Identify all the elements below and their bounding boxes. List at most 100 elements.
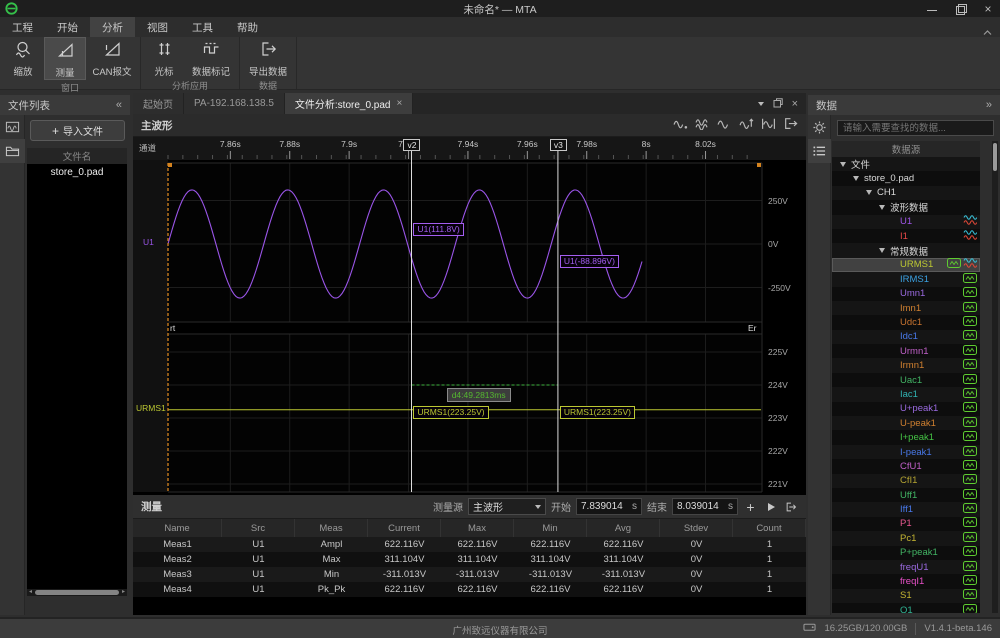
multi-wave-icon[interactable] bbox=[695, 116, 710, 135]
tree-item-Idc1[interactable]: Idc1 bbox=[832, 330, 980, 344]
tree-item-I-peak1[interactable]: I-peak1 bbox=[832, 445, 980, 459]
expander-icon[interactable] bbox=[866, 190, 872, 195]
menu-item-0[interactable]: 工程 bbox=[0, 17, 45, 37]
channel-label-u1[interactable]: U1 bbox=[143, 237, 154, 247]
collapse-panel-icon[interactable]: « bbox=[116, 99, 122, 111]
tree-item-IRMS1[interactable]: IRMS1 bbox=[832, 272, 980, 286]
channel-label-urms1[interactable]: URMS1 bbox=[136, 403, 166, 413]
tree-item-文件[interactable]: 文件 bbox=[832, 157, 980, 171]
tab-list-dropdown-icon[interactable] bbox=[758, 102, 764, 106]
data-mark-button[interactable]: 数据标记 bbox=[185, 37, 237, 78]
column-header-stdev[interactable]: Stdev bbox=[660, 519, 733, 537]
fit-wave-icon[interactable] bbox=[673, 116, 688, 135]
tree-item-CH1[interactable]: CH1 bbox=[832, 186, 980, 200]
horizontal-scrollbar[interactable]: ◂ ▸ bbox=[27, 589, 127, 596]
export-data-button[interactable]: 导出数据 bbox=[242, 37, 294, 78]
minimize-button[interactable] bbox=[926, 3, 938, 15]
expander-icon[interactable] bbox=[879, 205, 885, 210]
tree-item-I1[interactable]: I1 bbox=[832, 229, 980, 243]
wave-range-icon[interactable] bbox=[761, 116, 776, 135]
tree-item-Udc1[interactable]: Udc1 bbox=[832, 315, 980, 329]
column-header-src[interactable]: Src bbox=[222, 519, 295, 537]
tree-item-P1[interactable]: P1 bbox=[832, 517, 980, 531]
collapse-ribbon-icon[interactable] bbox=[983, 23, 992, 29]
float-window-icon[interactable] bbox=[773, 95, 783, 113]
close-pane-icon[interactable]: × bbox=[792, 98, 798, 110]
measure-button[interactable]: 测量 bbox=[44, 37, 86, 80]
expander-icon[interactable] bbox=[879, 248, 885, 253]
waveform-canvas[interactable] bbox=[133, 137, 806, 495]
column-header-current[interactable]: Current bbox=[368, 519, 441, 537]
menu-item-2[interactable]: 分析 bbox=[90, 17, 135, 37]
tree-item-freqI1[interactable]: freqI1 bbox=[832, 574, 980, 588]
start-time-input[interactable]: 7.839014 s bbox=[576, 498, 642, 515]
export-measure-button[interactable] bbox=[783, 499, 798, 514]
add-measure-button[interactable]: + bbox=[743, 499, 758, 514]
data-search-input[interactable] bbox=[837, 120, 994, 136]
can-message-button[interactable]: CAN报文 bbox=[86, 37, 138, 80]
tree-item-P+peak1[interactable]: P+peak1 bbox=[832, 546, 980, 560]
column-header-min[interactable]: Min bbox=[514, 519, 587, 537]
single-wave-icon[interactable] bbox=[717, 116, 732, 135]
restore-button[interactable] bbox=[954, 3, 966, 15]
close-button[interactable]: × bbox=[982, 3, 994, 15]
tree-item-URMS1[interactable]: URMS1 bbox=[832, 258, 980, 272]
table-row[interactable]: Meas4U1Pk_Pk622.116V622.116V622.116V622.… bbox=[133, 582, 806, 597]
menu-item-3[interactable]: 视图 bbox=[135, 17, 180, 37]
tree-item-Q1[interactable]: Q1 bbox=[832, 603, 980, 613]
tab-1[interactable]: PA-192.168.138.5 bbox=[184, 93, 285, 114]
column-header-max[interactable]: Max bbox=[441, 519, 514, 537]
tree-item-波形数据[interactable]: 波形数据 bbox=[832, 200, 980, 214]
tree-item-U1[interactable]: U1 bbox=[832, 215, 980, 229]
run-measure-button[interactable] bbox=[763, 499, 778, 514]
folder-icon[interactable] bbox=[0, 139, 25, 163]
tree-item-Iac1[interactable]: Iac1 bbox=[832, 387, 980, 401]
tree-item-Irmn1[interactable]: Irmn1 bbox=[832, 358, 980, 372]
tab-2[interactable]: 文件分析:store_0.pad× bbox=[285, 93, 413, 114]
menu-item-5[interactable]: 帮助 bbox=[225, 17, 270, 37]
file-list-item[interactable]: store_0.pad bbox=[27, 164, 127, 180]
list-icon[interactable] bbox=[808, 139, 831, 163]
table-row[interactable]: Meas2U1Max311.104V311.104V311.104V311.10… bbox=[133, 552, 806, 567]
tree-item-Urmn1[interactable]: Urmn1 bbox=[832, 344, 980, 358]
close-tab-icon[interactable]: × bbox=[397, 98, 403, 109]
tree-item-CfU1[interactable]: CfU1 bbox=[832, 459, 980, 473]
cursor-flag-v2[interactable]: v2 bbox=[403, 139, 420, 151]
gear-icon[interactable] bbox=[808, 115, 831, 139]
tab-0[interactable]: 起始页 bbox=[133, 93, 184, 114]
column-header-avg[interactable]: Avg bbox=[587, 519, 660, 537]
measure-source-select[interactable]: 主波形 bbox=[468, 498, 546, 515]
column-header-count[interactable]: Count bbox=[733, 519, 806, 537]
tree-item-S1[interactable]: S1 bbox=[832, 589, 980, 603]
expand-panel-icon[interactable]: » bbox=[986, 99, 992, 111]
menu-item-4[interactable]: 工具 bbox=[180, 17, 225, 37]
menu-item-1[interactable]: 开始 bbox=[45, 17, 90, 37]
table-row[interactable]: Meas1U1Ampl622.116V622.116V622.116V622.1… bbox=[133, 537, 806, 552]
scrollbar-thumb[interactable] bbox=[993, 143, 997, 171]
expander-icon[interactable] bbox=[840, 162, 846, 167]
wave-marker-icon[interactable] bbox=[739, 116, 754, 135]
table-row[interactable]: Meas3U1Min-311.013V-311.013V-311.013V-31… bbox=[133, 567, 806, 582]
tree-item-I+peak1[interactable]: I+peak1 bbox=[832, 430, 980, 444]
zoom-search-button[interactable]: 缩放 bbox=[2, 37, 44, 80]
end-time-input[interactable]: 8.039014 s bbox=[672, 498, 738, 515]
import-file-button[interactable]: + 导入文件 bbox=[30, 120, 125, 141]
wave-file-icon[interactable] bbox=[0, 115, 25, 139]
tree-item-freqU1[interactable]: freqU1 bbox=[832, 560, 980, 574]
tree-item-U-peak1[interactable]: U-peak1 bbox=[832, 416, 980, 430]
column-header-name[interactable]: Name bbox=[133, 519, 222, 537]
expander-icon[interactable] bbox=[853, 176, 859, 181]
tree-item-Pc1[interactable]: Pc1 bbox=[832, 531, 980, 545]
tree-item-store_0.pad[interactable]: store_0.pad bbox=[832, 171, 980, 185]
tree-item-Imn1[interactable]: Imn1 bbox=[832, 301, 980, 315]
scrollbar-thumb[interactable] bbox=[35, 590, 119, 595]
vertical-scrollbar[interactable] bbox=[992, 141, 998, 613]
tree-item-Uff1[interactable]: Uff1 bbox=[832, 488, 980, 502]
tree-item-U+peak1[interactable]: U+peak1 bbox=[832, 402, 980, 416]
cursor-flag-v3[interactable]: v3 bbox=[550, 139, 567, 151]
tree-item-常规数据[interactable]: 常规数据 bbox=[832, 243, 980, 257]
cursor-button[interactable]: 光标 bbox=[143, 37, 185, 78]
tree-item-CfI1[interactable]: CfI1 bbox=[832, 474, 980, 488]
scroll-left-icon[interactable]: ◂ bbox=[27, 589, 34, 596]
tree-item-Uac1[interactable]: Uac1 bbox=[832, 373, 980, 387]
